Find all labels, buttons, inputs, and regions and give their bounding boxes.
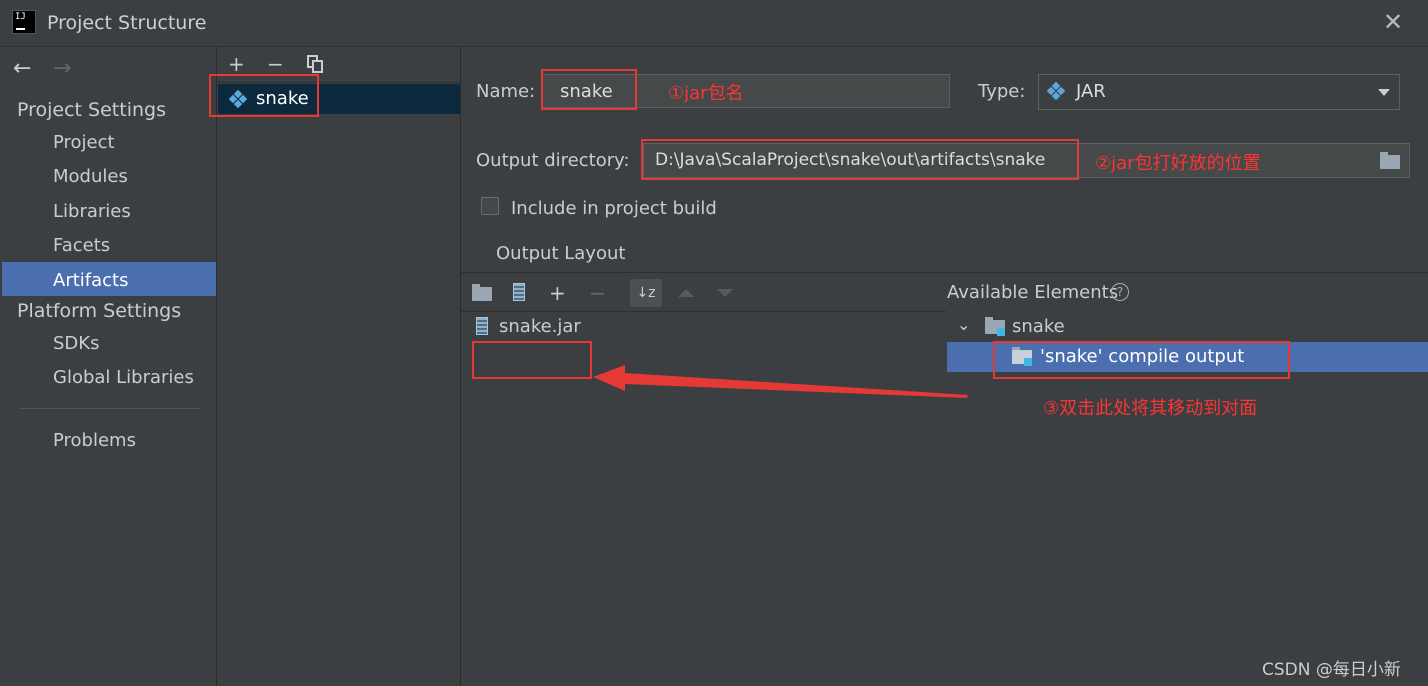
annotation-3: ③双击此处将其移动到对面 xyxy=(1043,398,1258,419)
tab-output-layout[interactable]: Output Layout xyxy=(496,243,625,264)
close-icon[interactable]: ✕ xyxy=(1383,8,1403,36)
available-root-label[interactable]: snake xyxy=(1012,316,1065,337)
annotation-1: ①jar包名 xyxy=(668,83,744,104)
module-folder-icon xyxy=(985,317,1005,336)
sidebar-item-libraries[interactable]: Libraries xyxy=(53,201,131,222)
artifact-list-panel xyxy=(217,47,461,686)
type-select-value: JAR xyxy=(1076,81,1106,102)
sidebar-divider xyxy=(20,408,200,409)
watermark: CSDN @每日小新 xyxy=(1262,660,1401,680)
annotation-box-name xyxy=(541,69,637,110)
jar-file-icon xyxy=(476,317,488,335)
annotation-box-drop-target xyxy=(472,341,592,379)
copy-artifact-icon[interactable] xyxy=(307,55,323,73)
folder-browse-icon[interactable] xyxy=(1380,152,1400,169)
remove-element-icon[interactable]: − xyxy=(589,281,606,305)
move-up-icon[interactable] xyxy=(678,289,694,297)
title-bar xyxy=(0,0,1428,47)
add-element-icon[interactable]: + xyxy=(549,281,566,305)
back-arrow-icon[interactable]: ← xyxy=(13,56,31,81)
include-build-checkbox[interactable] xyxy=(481,197,499,215)
jar-type-icon xyxy=(1046,81,1066,104)
annotation-arrow xyxy=(593,365,968,398)
sidebar-item-project[interactable]: Project xyxy=(53,132,115,153)
output-directory-label: Output directory: xyxy=(476,150,630,171)
layout-root-label[interactable]: snake.jar xyxy=(499,316,581,337)
help-icon[interactable]: ? xyxy=(1111,283,1129,301)
new-folder-icon[interactable] xyxy=(472,284,492,301)
annotation-box-output-dir xyxy=(641,139,1079,180)
sidebar-item-artifacts[interactable]: Artifacts xyxy=(53,270,128,291)
name-label: Name: xyxy=(476,81,536,102)
annotation-box-compile-output xyxy=(993,341,1290,379)
add-artifact-icon[interactable]: + xyxy=(228,52,245,76)
available-elements-header: Available Elements xyxy=(947,282,1119,303)
sidebar-item-problems[interactable]: Problems xyxy=(53,430,136,451)
sidebar-item-global-libraries[interactable]: Global Libraries xyxy=(53,367,194,388)
expand-chevron-icon[interactable]: ⌄ xyxy=(957,315,970,334)
archive-icon[interactable] xyxy=(513,283,525,301)
annotation-box-artifact xyxy=(209,74,319,117)
sidebar-item-modules[interactable]: Modules xyxy=(53,166,128,187)
remove-artifact-icon[interactable]: − xyxy=(267,52,284,76)
type-label: Type: xyxy=(978,81,1026,102)
sidebar-item-sdks[interactable]: SDKs xyxy=(53,333,99,354)
forward-arrow-icon[interactable]: → xyxy=(53,56,71,81)
layout-toolbar-divider xyxy=(461,311,946,312)
intellij-app-icon: IJ xyxy=(12,10,36,34)
platform-settings-header: Platform Settings xyxy=(17,300,182,322)
sort-icon[interactable]: ↓z xyxy=(630,279,662,307)
chevron-down-icon[interactable] xyxy=(1378,89,1390,96)
annotation-2: ②jar包打好放的位置 xyxy=(1095,153,1261,174)
project-settings-header: Project Settings xyxy=(17,99,166,121)
move-down-icon[interactable] xyxy=(717,289,733,297)
window-title: Project Structure xyxy=(47,12,207,34)
layout-divider xyxy=(461,272,1428,273)
include-build-label: Include in project build xyxy=(511,198,717,219)
sidebar-item-facets[interactable]: Facets xyxy=(53,235,110,256)
